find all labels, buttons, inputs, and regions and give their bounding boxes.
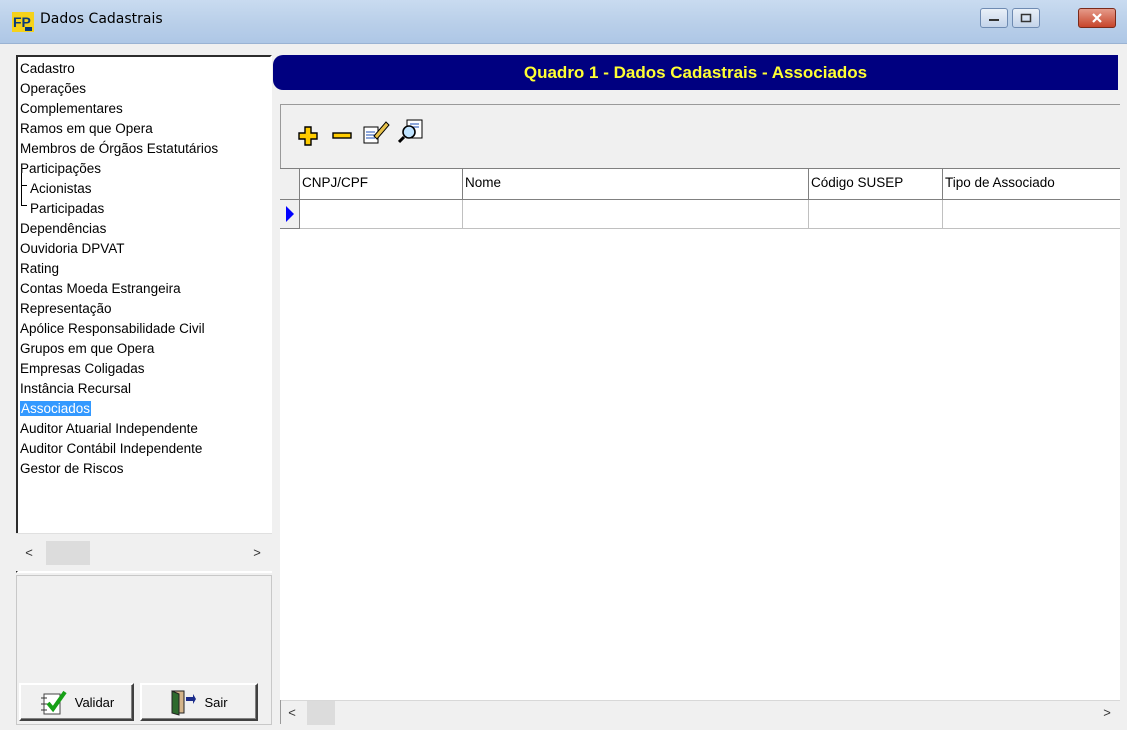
validar-label: Validar: [74, 694, 115, 710]
search-icon[interactable]: [398, 118, 426, 144]
close-icon: [1092, 13, 1102, 23]
navigation-tree[interactable]: Cadastro Operações Complementares Ramos …: [16, 55, 272, 573]
sair-button[interactable]: Sair: [140, 683, 258, 721]
tree-connector: [21, 173, 22, 206]
sair-label: Sair: [204, 694, 228, 710]
validar-button[interactable]: Validar: [19, 683, 134, 721]
scroll-thumb[interactable]: [46, 541, 90, 565]
tree-item-cadastro[interactable]: Cadastro: [20, 59, 75, 79]
current-row-arrow-icon: [286, 206, 294, 222]
column-header-cnpj[interactable]: CNPJ/CPF: [300, 169, 463, 200]
tree-item-auditor-contabil[interactable]: Auditor Contábil Independente: [20, 439, 202, 459]
close-button[interactable]: [1078, 8, 1116, 28]
section-banner: Quadro 1 - Dados Cadastrais - Associados: [273, 55, 1118, 90]
tree-item-gestor-riscos[interactable]: Gestor de Riscos: [20, 459, 124, 479]
app-logo-icon: FP: [12, 12, 34, 32]
tree-item-empresas-coligadas[interactable]: Empresas Coligadas: [20, 359, 145, 379]
window-title: Dados Cadastrais: [40, 11, 163, 27]
grid-corner: [280, 169, 300, 200]
tree-item-apolice[interactable]: Apólice Responsabilidade Civil: [20, 319, 205, 339]
validate-icon: [40, 690, 67, 715]
exit-door-icon: [171, 690, 197, 716]
tree-horizontal-scrollbar[interactable]: < >: [16, 533, 272, 571]
tree-item-contas-moeda[interactable]: Contas Moeda Estrangeira: [20, 279, 181, 299]
column-header-nome[interactable]: Nome: [463, 169, 809, 200]
tree-item-operacoes[interactable]: Operações: [20, 79, 86, 99]
tree-connector: [21, 185, 27, 186]
row-indicator[interactable]: [280, 200, 300, 229]
title-bar: FP Dados Cadastrais: [0, 0, 1127, 44]
tree-item-participadas[interactable]: Participadas: [30, 199, 104, 219]
scroll-thumb[interactable]: [307, 701, 335, 725]
grid-horizontal-scrollbar[interactable]: < >: [281, 700, 1120, 725]
tree-item-participacoes[interactable]: Participações: [20, 159, 101, 179]
tree-item-rating[interactable]: Rating: [20, 259, 59, 279]
scroll-left-icon[interactable]: <: [281, 701, 303, 725]
tree-item-acionistas[interactable]: Acionistas: [30, 179, 92, 199]
tree-item-complementares[interactable]: Complementares: [20, 99, 123, 119]
banner-title: Quadro 1 - Dados Cadastrais - Associados: [523, 63, 868, 82]
tree-item-ramos[interactable]: Ramos em que Opera: [20, 119, 153, 139]
column-header-codigo-susep[interactable]: Código SUSEP: [809, 169, 943, 200]
edit-icon[interactable]: [362, 118, 390, 144]
scroll-left-icon[interactable]: <: [18, 541, 40, 565]
tree-item-instancia-recursal[interactable]: Instância Recursal: [20, 379, 131, 399]
tree-item-ouvidoria[interactable]: Ouvidoria DPVAT: [20, 239, 125, 259]
tree-item-grupos[interactable]: Grupos em que Opera: [20, 339, 154, 359]
tree-item-membros[interactable]: Membros de Órgãos Estatutários: [20, 139, 218, 159]
maximize-button[interactable]: [1012, 8, 1040, 28]
minimize-button[interactable]: [980, 8, 1008, 28]
cell-cnpj[interactable]: [300, 200, 463, 229]
scroll-right-icon[interactable]: >: [246, 541, 268, 565]
remove-icon[interactable]: [330, 124, 354, 146]
tree-item-representacao[interactable]: Representação: [20, 299, 112, 319]
tree-item-dependencias[interactable]: Dependências: [20, 219, 106, 239]
tree-item-auditor-atuarial[interactable]: Auditor Atuarial Independente: [20, 419, 198, 439]
cell-nome[interactable]: [463, 200, 809, 229]
cell-codigo-susep[interactable]: [809, 200, 943, 229]
restore-icon: [1020, 13, 1032, 23]
associados-grid[interactable]: CNPJ/CPF Nome Código SUSEP Tipo de Assoc…: [280, 168, 1120, 700]
tree-item-associados[interactable]: Associados: [20, 399, 92, 419]
cell-tipo-associado[interactable]: [943, 200, 1120, 229]
column-header-tipo-associado[interactable]: Tipo de Associado: [943, 169, 1120, 200]
scroll-right-icon[interactable]: >: [1096, 701, 1118, 725]
tree-connector: [21, 205, 27, 206]
minimize-icon: [989, 19, 999, 21]
add-icon[interactable]: [296, 124, 320, 146]
